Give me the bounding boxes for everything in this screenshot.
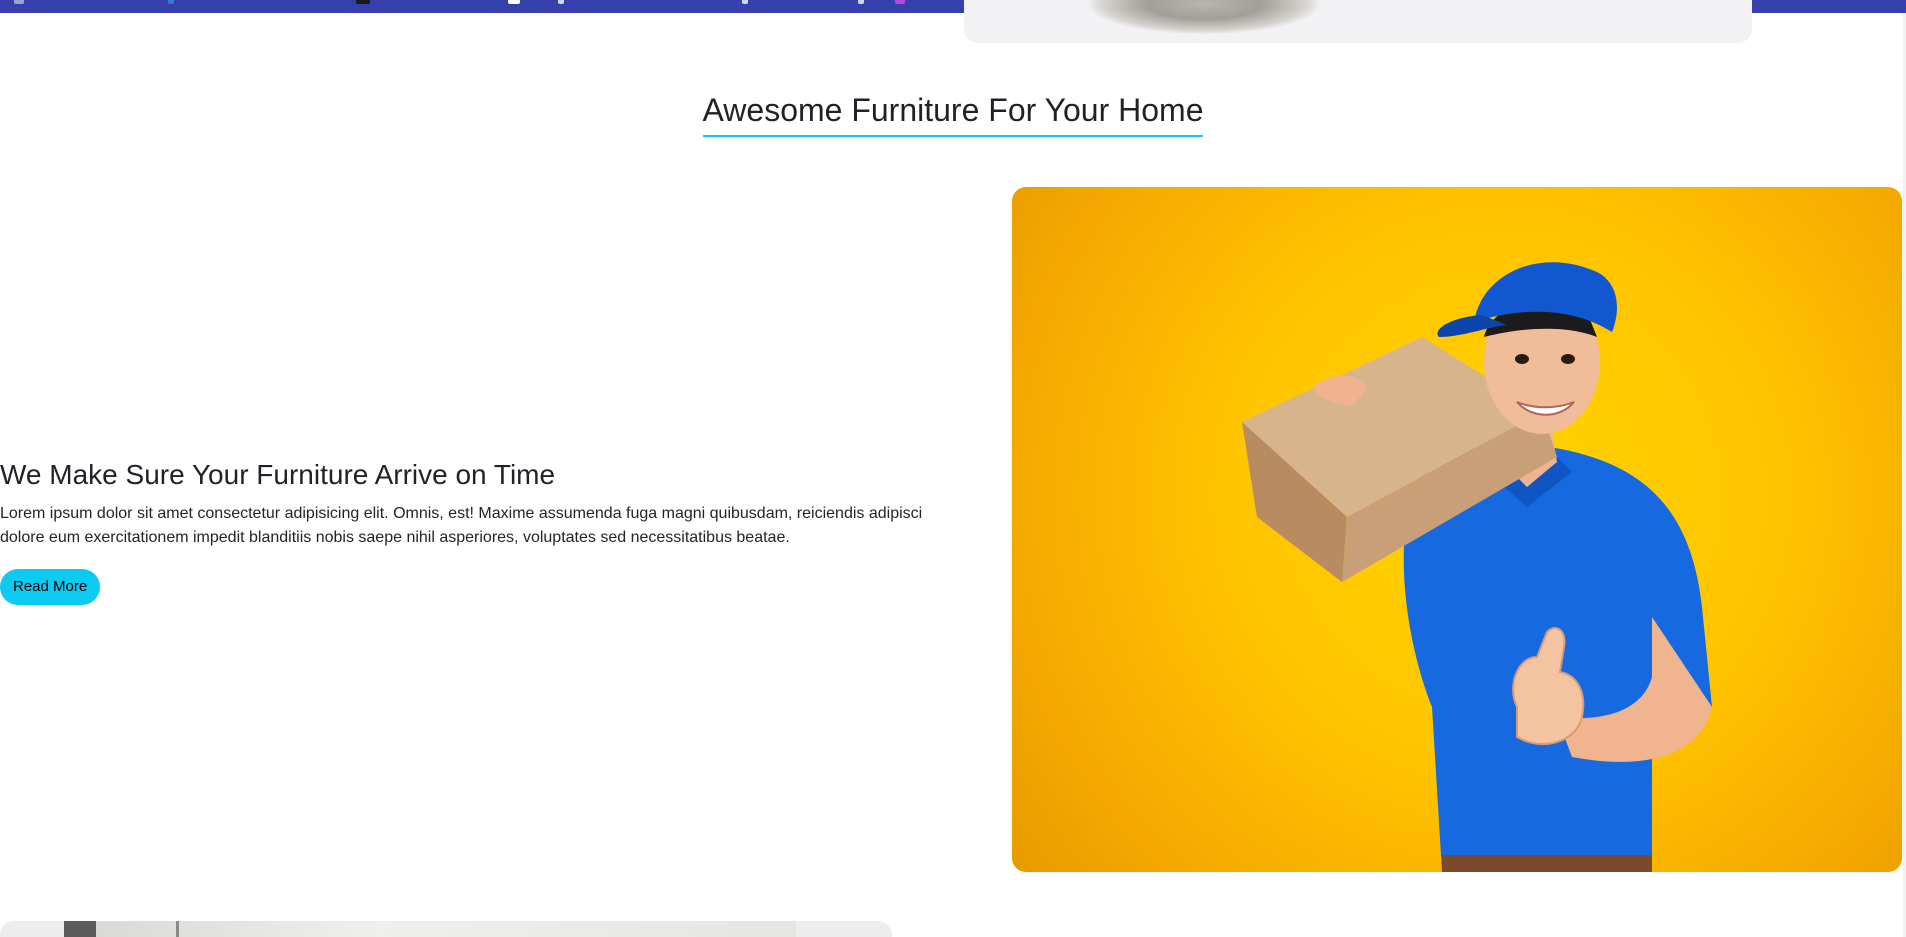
taskbar-icon[interactable] <box>168 0 174 4</box>
taskbar-icon[interactable] <box>14 0 24 4</box>
taskbar-icon[interactable] <box>742 0 748 4</box>
taskbar-icon[interactable] <box>558 0 564 4</box>
eye-right <box>1561 354 1575 364</box>
interior-post-thin <box>176 921 179 937</box>
taskbar-icon[interactable] <box>356 0 370 4</box>
eye-left <box>1515 354 1529 364</box>
delivery-man-with-box-image <box>1012 187 1902 872</box>
delivery-illustration <box>1242 262 1712 872</box>
next-product-image <box>0 921 892 937</box>
taskbar-icon[interactable] <box>895 0 905 4</box>
belt <box>1442 855 1652 872</box>
taskbar-icon[interactable] <box>858 0 864 4</box>
interior-post <box>64 921 96 937</box>
feature-text: We Make Sure Your Furniture Arrive on Ti… <box>0 457 930 605</box>
interior-wall <box>96 921 796 937</box>
feature-heading: We Make Sure Your Furniture Arrive on Ti… <box>0 459 556 490</box>
read-more-button[interactable]: Read More <box>0 569 101 605</box>
feature-description: Lorem ipsum dolor sit amet consectetur a… <box>0 505 923 546</box>
previous-product-image <box>964 0 1752 43</box>
page: Awesome Furniture For Your Home We Make … <box>0 0 1906 937</box>
section-header: Awesome Furniture For Your Home <box>0 90 1906 137</box>
rug-image <box>1089 0 1319 34</box>
taskbar-icon[interactable] <box>508 0 520 4</box>
section-title: Awesome Furniture For Your Home <box>702 90 1204 137</box>
